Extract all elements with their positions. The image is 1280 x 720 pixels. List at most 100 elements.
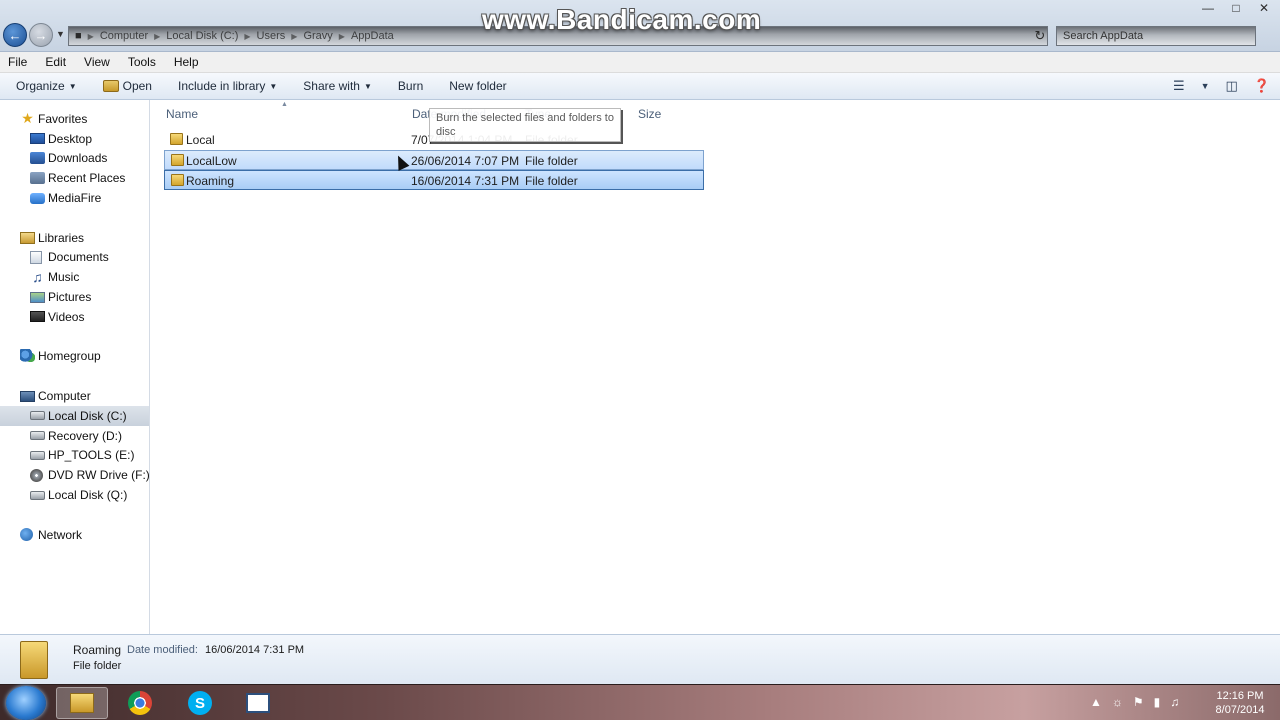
taskbar-skype[interactable]: S [174,687,226,719]
chevron-down-icon: ▼ [269,81,278,91]
share-with-label: Share with [303,79,360,93]
table-row[interactable]: LocalLow 26/06/2014 7:07 PM File folder [164,150,704,170]
network-icon[interactable]: ☼ [1112,695,1123,709]
organize-label: Organize [16,79,65,93]
taskbar-app[interactable] [232,687,284,719]
chevron-down-icon: ▼ [56,29,65,39]
nav-pictures[interactable]: Pictures [0,287,149,307]
maximize-icon[interactable]: □ [1226,0,1246,16]
volume-icon[interactable]: ♫ [1170,695,1179,709]
command-bar: Organize ▼ Open Include in library ▼ Sha… [0,73,1280,100]
new-folder-button[interactable]: New folder [449,79,506,93]
refresh-button[interactable]: ↻ [1030,27,1050,45]
back-button[interactable]: ← [3,23,27,47]
nav-drive-e[interactable]: HP_TOOLS (E:) [0,446,149,466]
table-row[interactable]: Roaming 16/06/2014 7:31 PM File folder [164,170,704,190]
window-icon [246,693,270,713]
organize-button[interactable]: Organize ▼ [16,79,77,93]
open-label: Open [122,79,152,93]
breadcrumb-users[interactable]: Users [257,30,286,42]
menu-edit[interactable]: Edit [45,55,66,69]
hard-disk-icon [30,431,45,441]
change-view-icon[interactable]: ☰ [1173,78,1185,94]
flag-icon[interactable]: ⚑ [1133,695,1144,709]
clock-date: 8/07/2014 [1215,704,1265,716]
show-hidden-icons-icon[interactable]: ▲ [1090,695,1102,709]
help-icon[interactable]: ❓ [1254,78,1270,94]
recent-places-icon [30,172,45,185]
details-pane: Roaming Date modified: 16/06/2014 7:31 P… [0,634,1280,684]
search-input[interactable]: Search AppData [1056,26,1256,46]
new-folder-label: New folder [449,79,507,93]
nav-network[interactable]: Network [0,525,149,545]
pictures-icon [30,291,45,303]
start-button[interactable] [6,686,46,720]
nav-label: Videos [48,309,85,324]
include-in-library-button[interactable]: Include in library ▼ [178,79,277,93]
nav-downloads[interactable]: Downloads [0,149,149,169]
arrow-right-icon: → [34,27,48,43]
nav-drive-f[interactable]: DVD RW Drive (F:) F/ [0,465,149,485]
view-tools: ☰ ▼ ◫ ❓ [1173,78,1270,94]
chevron-down-icon: ▼ [68,81,77,91]
nav-label: Local Disk (C:) [48,408,127,423]
signal-icon[interactable]: ▮ [1154,695,1161,709]
taskbar-explorer[interactable] [56,687,108,719]
nav-favorites[interactable]: ★ Favorites [0,109,149,129]
nav-drive-q[interactable]: Local Disk (Q:) [0,485,149,505]
network-icon [20,528,33,542]
nav-recent-places[interactable]: Recent Places [0,168,149,188]
folder-icon [171,154,184,166]
burn-button[interactable]: Burn [398,79,423,93]
nav-libraries[interactable]: Libraries [0,228,149,248]
nav-label: Favorites [38,111,88,126]
chevron-right-icon: ▶ [338,31,345,41]
nav-drive-c[interactable]: Local Disk (C:) [0,405,149,426]
skype-icon: S [188,691,212,715]
column-header-size[interactable]: Size [638,107,661,121]
nav-label: Homegroup [38,349,101,364]
chevron-down-icon[interactable]: ▼ [1201,81,1210,91]
minimize-icon[interactable]: — [1198,0,1218,16]
breadcrumb-user[interactable]: Gravy [303,30,332,42]
close-icon[interactable]: ✕ [1254,0,1274,16]
forward-button[interactable]: → [29,23,53,47]
computer-icon [20,390,35,402]
taskbar-chrome[interactable] [114,687,166,719]
nav-drive-d[interactable]: Recovery (D:) [0,426,149,446]
nav-desktop[interactable]: Desktop [0,129,149,149]
nav-computer[interactable]: Computer [0,386,149,406]
share-with-button[interactable]: Share with ▼ [303,79,372,93]
nav-documents[interactable]: Documents [0,248,149,268]
nav-homegroup[interactable]: Homegroup [0,347,149,367]
clock-time: 12:16 PM [1216,690,1264,702]
desktop-icon [30,133,45,145]
menu-view[interactable]: View [84,55,110,69]
nav-label: Desktop [48,131,93,146]
clock[interactable]: 12:16 PM 8/07/2014 [1205,689,1275,717]
column-label: Size [638,107,662,121]
menu-tools[interactable]: Tools [128,55,156,69]
details-date-modified-value: 16/06/2014 7:31 PM [205,644,305,656]
nav-label: Music [48,270,80,285]
file-date-modified: 16/06/2014 7:31 PM [411,174,520,188]
nav-mediafire[interactable]: MediaFire [0,188,149,208]
menu-file[interactable]: File [8,55,27,69]
breadcrumb-computer[interactable]: Computer [100,30,148,42]
nav-label: Downloads [48,151,108,166]
preview-pane-icon[interactable]: ◫ [1226,78,1238,94]
menu-help[interactable]: Help [174,55,199,69]
open-button[interactable]: Open [102,79,152,93]
recent-pages-dropdown[interactable]: ▼ [56,29,65,39]
folder-icon [70,693,94,713]
column-header-name[interactable]: Name [166,107,198,121]
breadcrumb-local-disk[interactable]: Local Disk (C:) [166,30,238,42]
nav-music[interactable]: ♫ Music [0,267,149,287]
nav-videos[interactable]: Videos [0,307,149,327]
nav-label: Local Disk (Q:) [48,488,128,503]
system-tray: ▲ ☼ ⚑ ▮ ♫ [1090,695,1179,709]
breadcrumb-appdata[interactable]: AppData [351,30,394,42]
details-file-name: Roaming [73,643,122,657]
recording-watermark: www.Bandicam.com [482,4,762,35]
nav-label: Pictures [48,290,92,305]
